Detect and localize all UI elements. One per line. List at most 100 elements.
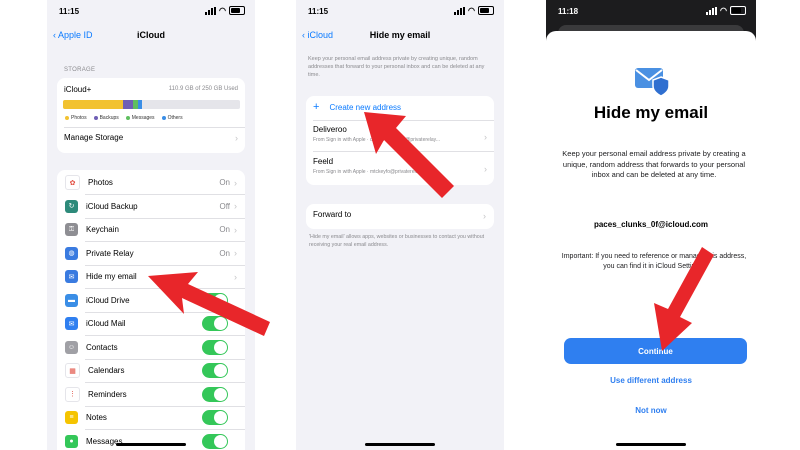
legend-item: Photos bbox=[65, 115, 87, 121]
legend-label: Others bbox=[167, 115, 183, 121]
mail-icon: ✉ bbox=[65, 317, 78, 330]
page-title: Hide my email bbox=[369, 30, 431, 40]
storage-bar-photos bbox=[63, 100, 123, 109]
chevron-right-icon: › bbox=[484, 164, 487, 174]
wifi-icon: ◠ bbox=[720, 6, 727, 15]
legend-item: Messages bbox=[125, 115, 155, 121]
status-time: 11:15 bbox=[59, 7, 80, 16]
app-row-label: iCloud Drive bbox=[86, 295, 130, 305]
manage-storage-label: Manage Storage bbox=[64, 133, 124, 142]
apps-card: ✿ Photos On › ↻ iCloud Backup Off › ⚿ Keychain On ›… bbox=[57, 170, 245, 450]
storage-used: 110.9 GB of 250 GB Used bbox=[168, 86, 238, 92]
app-row-label: Calendars bbox=[88, 366, 125, 375]
chevron-right-icon: › bbox=[235, 133, 238, 143]
app-row[interactable]: ↻ iCloud Backup Off › bbox=[57, 195, 245, 218]
app-row[interactable]: ▬ iCloud Drive bbox=[57, 289, 245, 312]
app-row[interactable]: ▦ Calendars bbox=[57, 359, 245, 382]
legend-item: Others bbox=[161, 115, 183, 121]
photos-icon: ✿ bbox=[65, 175, 80, 190]
wifi-icon: ◠ bbox=[219, 6, 226, 15]
navigation-bar: ‹ iCloud Hide my email bbox=[296, 30, 504, 46]
calendar-icon: ▦ bbox=[65, 363, 80, 378]
important-note: Important: If you need to reference or m… bbox=[561, 253, 747, 271]
toggle-switch[interactable] bbox=[202, 339, 228, 355]
toggle-switch[interactable] bbox=[202, 433, 228, 449]
addresses-card: + Create new address Deliveroo From Sign… bbox=[306, 96, 494, 185]
generated-address: paces_clunks_0f@icloud.com bbox=[593, 220, 709, 229]
globe-icon: ◍ bbox=[65, 246, 78, 260]
toggle-switch[interactable] bbox=[202, 386, 228, 402]
legend-dot bbox=[161, 116, 166, 120]
app-row-label: Photos bbox=[88, 178, 113, 187]
chevron-right-icon: › bbox=[234, 224, 237, 235]
hide-my-email-sheet: Hide my email Keep your personal email a… bbox=[546, 31, 756, 450]
storage-section-label: STORAGE bbox=[64, 67, 96, 73]
app-row[interactable]: ☺ Contacts bbox=[57, 336, 245, 359]
app-row[interactable]: ● Messages bbox=[57, 430, 245, 450]
app-row-label: Private Relay bbox=[86, 248, 134, 258]
plan-name: iCloud+ bbox=[64, 85, 92, 94]
folder-icon: ▬ bbox=[65, 293, 78, 307]
app-row-label: Reminders bbox=[88, 389, 127, 399]
toggle-switch[interactable] bbox=[202, 410, 228, 425]
toggle-switch[interactable] bbox=[202, 292, 228, 308]
app-row[interactable]: ✉ Hide my email › bbox=[57, 265, 245, 288]
address-row[interactable]: Feeld From Sign in with Apple · mtckeyfo… bbox=[313, 157, 487, 181]
storage-card: iCloud+ 110.9 GB of 250 GB Used Photos Ba… bbox=[57, 78, 245, 153]
app-row-value: On bbox=[219, 178, 230, 187]
mail-shield-icon: ✉ bbox=[65, 270, 78, 283]
legend-dot bbox=[125, 116, 130, 120]
legend-label: Photos bbox=[71, 115, 87, 121]
continue-button[interactable]: Continue bbox=[564, 338, 747, 364]
app-row[interactable]: ✿ Photos On › bbox=[57, 171, 245, 194]
battery-icon bbox=[229, 6, 245, 15]
mail-shield-icon bbox=[634, 65, 672, 97]
app-row[interactable]: ◍ Private Relay On › bbox=[57, 242, 245, 265]
toggle-switch[interactable] bbox=[202, 316, 228, 331]
address-row[interactable]: Deliveroo From Sign in with Apple · deli… bbox=[313, 125, 487, 149]
manage-storage-row[interactable]: Manage Storage › bbox=[64, 133, 238, 143]
app-row-label: Keychain bbox=[86, 225, 119, 234]
app-row-label: Hide my email bbox=[86, 272, 137, 281]
intro-text: Keep your personal email address private… bbox=[308, 56, 485, 78]
chevron-right-icon: › bbox=[234, 201, 237, 211]
storage-bar-others bbox=[138, 100, 142, 109]
app-row-value: Off bbox=[219, 201, 230, 211]
forward-to-row[interactable]: Forward to › bbox=[306, 204, 494, 229]
page-title: iCloud bbox=[137, 30, 165, 40]
storage-bar bbox=[63, 100, 240, 109]
key-icon: ⚿ bbox=[65, 223, 78, 236]
contacts-icon: ☺ bbox=[65, 340, 78, 354]
app-row-value: On bbox=[219, 248, 230, 258]
app-row-label: iCloud Backup bbox=[86, 201, 138, 211]
forward-to-label: Forward to bbox=[313, 210, 352, 219]
legend-label: Backups bbox=[99, 115, 119, 121]
app-row-label: iCloud Mail bbox=[86, 319, 126, 328]
navigation-bar: ‹ Apple ID iCloud bbox=[47, 30, 255, 46]
app-row-label: Contacts bbox=[86, 342, 118, 352]
address-detail: From Sign in with Apple · deliveroo.admi… bbox=[313, 137, 440, 143]
toggle-switch[interactable] bbox=[202, 363, 228, 378]
legend-dot bbox=[93, 116, 98, 120]
app-row[interactable]: ⋮ Reminders bbox=[57, 383, 245, 406]
app-row[interactable]: ⚿ Keychain On › bbox=[57, 218, 245, 241]
status-bar: 11:18 ◠ bbox=[546, 6, 756, 20]
status-time: 11:18 bbox=[558, 7, 579, 16]
home-indicator bbox=[365, 443, 435, 446]
battery-icon bbox=[478, 6, 494, 15]
status-bar: 11:15 ◠ bbox=[296, 6, 504, 20]
app-row[interactable]: ✉ iCloud Mail bbox=[57, 312, 245, 335]
create-new-address-button[interactable]: + Create new address bbox=[313, 101, 401, 113]
reminders-icon: ⋮ bbox=[65, 386, 80, 402]
status-bar: 11:15 ◠ bbox=[47, 6, 255, 20]
not-now-link[interactable]: Not now bbox=[546, 406, 756, 415]
plus-icon: + bbox=[313, 101, 320, 113]
wifi-icon: ◠ bbox=[468, 6, 475, 15]
address-name: Deliveroo bbox=[313, 125, 347, 134]
home-indicator bbox=[616, 443, 686, 446]
notes-icon: ≡ bbox=[65, 411, 78, 424]
address-detail: From Sign in with Apple · mtckeyfo@priva… bbox=[313, 169, 425, 175]
use-different-address-link[interactable]: Use different address bbox=[546, 376, 756, 385]
app-row[interactable]: ≡ Notes bbox=[57, 406, 245, 429]
sheet-title: Hide my email bbox=[593, 103, 709, 122]
